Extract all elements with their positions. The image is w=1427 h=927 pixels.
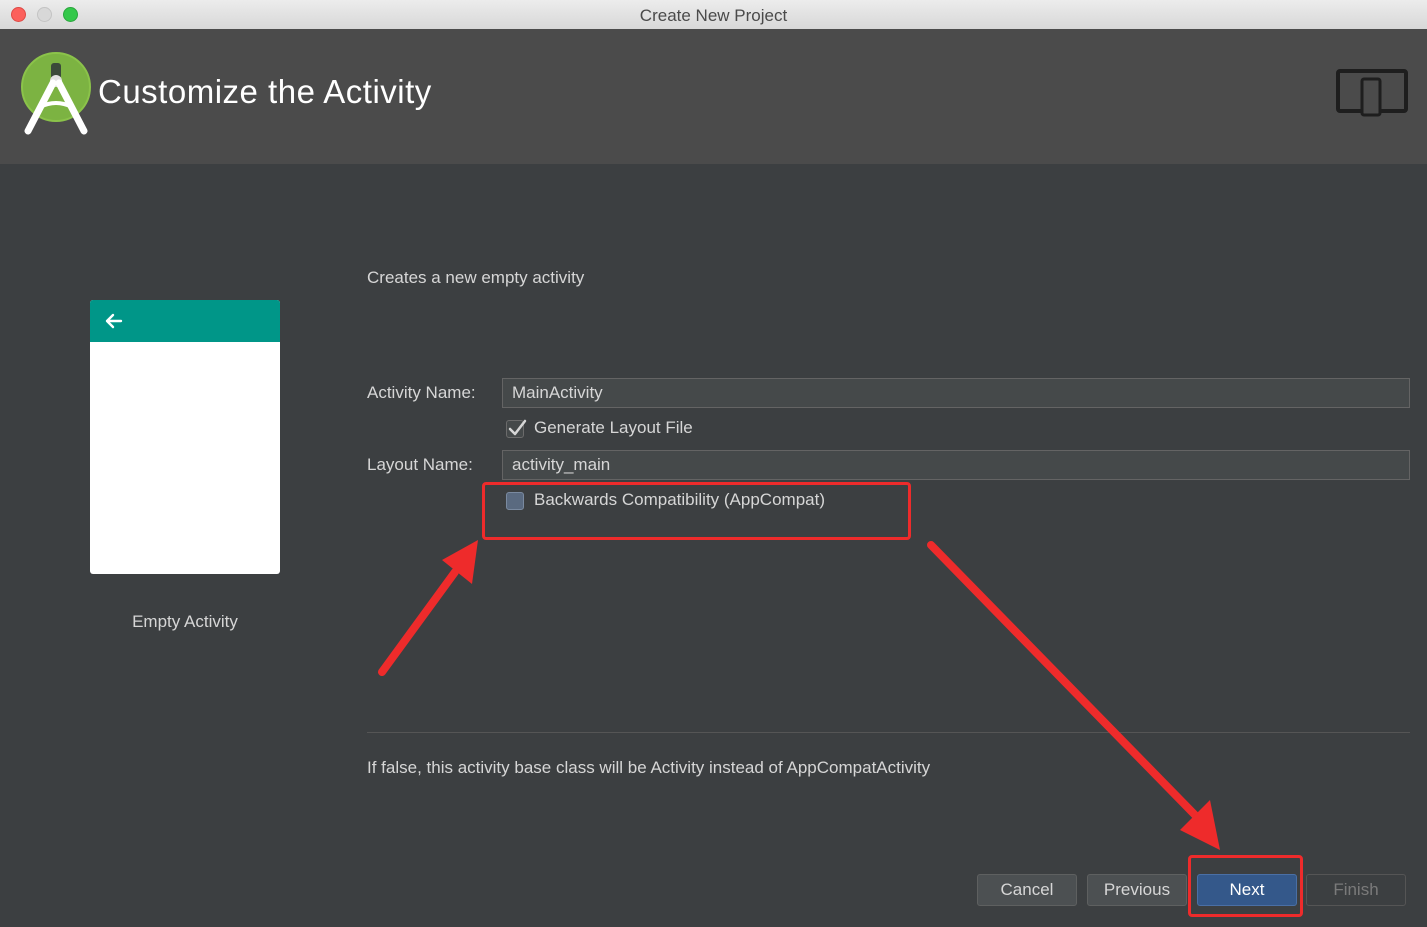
generate-layout-label: Generate Layout File	[534, 418, 693, 437]
divider	[367, 732, 1410, 733]
page-title: Customize the Activity	[98, 73, 432, 110]
activity-name-label: Activity Name:	[367, 383, 476, 402]
previous-button[interactable]: Previous	[1087, 874, 1187, 906]
template-description: Creates a new empty activity	[367, 268, 585, 287]
cancel-button[interactable]: Cancel	[977, 874, 1077, 906]
preview-app-bar	[90, 300, 280, 342]
devices-icon	[1336, 69, 1408, 117]
annotation-box-next	[1188, 855, 1303, 917]
window-title: Create New Project	[639, 6, 788, 25]
annotation-box-compat	[482, 482, 911, 540]
back-arrow-icon	[105, 313, 123, 329]
wizard-header: Customize the Activity	[0, 29, 1427, 164]
help-text: If false, this activity base class will …	[367, 758, 931, 777]
layout-name-input[interactable]	[502, 450, 1410, 480]
android-studio-logo-icon	[21, 52, 91, 135]
template-preview	[90, 300, 280, 574]
generate-layout-checkbox[interactable]	[506, 419, 527, 438]
template-name: Empty Activity	[132, 612, 238, 631]
finish-button: Finish	[1306, 874, 1406, 906]
checkmark-icon	[508, 419, 527, 436]
window-title-bar: Create New Project	[0, 0, 1427, 30]
activity-name-input[interactable]	[502, 378, 1410, 408]
layout-name-label: Layout Name:	[367, 455, 473, 474]
